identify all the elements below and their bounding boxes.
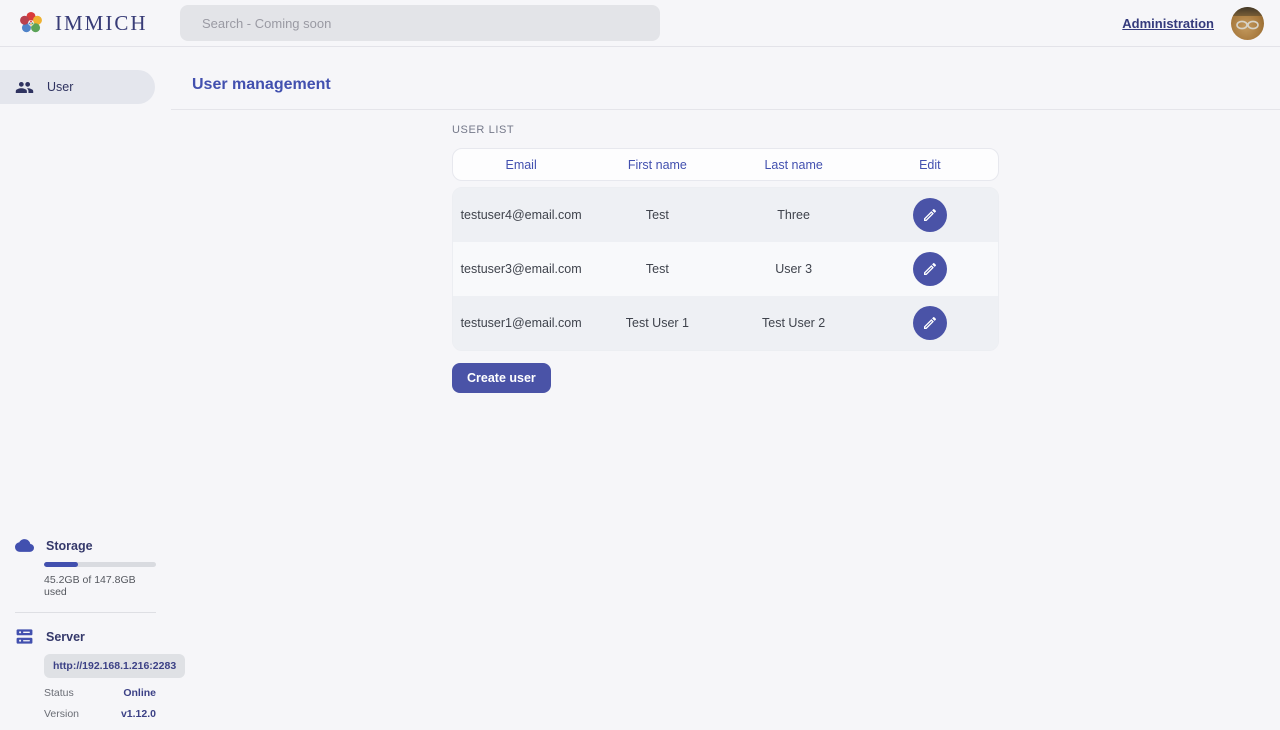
storage-progress-fill [44, 562, 78, 567]
sidebar-item-user-label: User [47, 80, 73, 94]
storage-progress-bar [44, 562, 156, 567]
storage-usage-text: 45.2GB of 147.8GB used [44, 574, 156, 598]
search-input[interactable] [180, 5, 660, 41]
top-navbar: IMMICH Administration [0, 0, 1280, 47]
edit-user-button[interactable] [913, 306, 947, 340]
server-icon [15, 627, 34, 646]
user-email: testuser1@email.com [453, 316, 589, 330]
status-value: Online [123, 687, 156, 699]
title-divider [171, 109, 1280, 110]
pencil-icon [922, 207, 938, 223]
edit-user-button[interactable] [913, 252, 947, 286]
brand[interactable]: IMMICH [0, 8, 180, 38]
user-first-name: Test [589, 262, 725, 276]
server-title: Server [46, 630, 85, 644]
header-last-name: Last name [726, 158, 862, 172]
pencil-icon [922, 315, 938, 331]
main-content: User management USER LIST Email First na… [171, 47, 1280, 730]
server-version-row: Version v1.12.0 [44, 708, 156, 720]
table-row: testuser3@email.com Test User 3 [453, 242, 998, 296]
header-first-name: First name [589, 158, 725, 172]
user-first-name: Test User 1 [589, 316, 725, 330]
brand-name: IMMICH [55, 11, 148, 36]
storage-section: Storage 45.2GB of 147.8GB used [15, 536, 156, 598]
immich-logo-icon [16, 8, 46, 38]
glasses-photo-detail [1235, 19, 1260, 31]
cloud-icon [15, 536, 34, 555]
user-last-name: Test User 2 [726, 316, 862, 330]
sidebar: User Storage 45.2GB of 147.8GB used [0, 47, 171, 730]
user-list-label: USER LIST [452, 124, 999, 136]
create-user-button[interactable]: Create user [452, 363, 551, 393]
version-value: v1.12.0 [121, 708, 156, 720]
header-edit: Edit [862, 158, 998, 172]
status-label: Status [44, 687, 74, 699]
user-avatar[interactable] [1231, 7, 1264, 40]
sidebar-item-user[interactable]: User [0, 70, 155, 104]
server-url-badge[interactable]: http://192.168.1.216:2283 [44, 654, 185, 678]
server-section: Server http://192.168.1.216:2283 Status … [15, 627, 156, 720]
users-icon [15, 78, 34, 97]
edit-user-button[interactable] [913, 198, 947, 232]
version-label: Version [44, 708, 79, 720]
user-last-name: User 3 [726, 262, 862, 276]
header-email: Email [453, 158, 589, 172]
user-email: testuser3@email.com [453, 262, 589, 276]
administration-link[interactable]: Administration [1122, 16, 1214, 31]
table-row: testuser4@email.com Test Three [453, 188, 998, 242]
user-email: testuser4@email.com [453, 208, 589, 222]
user-table: Email First name Last name Edit testuser… [452, 148, 999, 351]
sidebar-divider [15, 612, 156, 613]
pencil-icon [922, 261, 938, 277]
user-table-header: Email First name Last name Edit [452, 148, 999, 181]
user-last-name: Three [726, 208, 862, 222]
page-title: User management [171, 47, 1280, 94]
table-row: testuser1@email.com Test User 1 Test Use… [453, 296, 998, 350]
user-first-name: Test [589, 208, 725, 222]
server-status-row: Status Online [44, 687, 156, 699]
navbar-right: Administration [1122, 7, 1280, 40]
sidebar-footer: Storage 45.2GB of 147.8GB used [0, 536, 171, 720]
user-table-body: testuser4@email.com Test Three testuser3… [452, 187, 999, 351]
storage-title: Storage [46, 539, 93, 553]
